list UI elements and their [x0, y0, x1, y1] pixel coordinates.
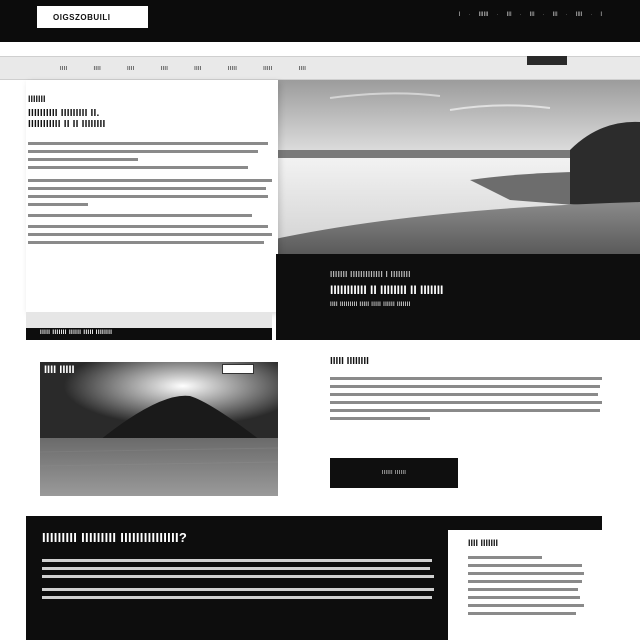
text-line	[330, 385, 600, 388]
text-line	[28, 233, 272, 236]
sidebar-title: IIII IIIIIII	[468, 538, 499, 548]
text-line	[330, 401, 602, 404]
sidebar-link[interactable]	[468, 612, 576, 615]
hero-heading-3: IIIIIIIIIII II II IIIIIIII	[28, 119, 106, 130]
hero-heading-2: IIIIIIIIII IIIIIIIII II.	[28, 108, 100, 119]
sidebar-link[interactable]	[468, 588, 578, 591]
text-line	[330, 377, 602, 380]
subnav-link[interactable]: IIII	[94, 66, 102, 72]
top-nav: I · IIIIII · III · III · III · IIII · I	[459, 12, 602, 18]
sidebar-link[interactable]	[468, 580, 582, 583]
sidebar-list	[468, 556, 602, 615]
text-line	[42, 559, 432, 562]
text-line	[28, 150, 258, 153]
feature-sunrise-image	[40, 362, 278, 496]
text-line	[330, 393, 598, 396]
nav-link[interactable]: I	[600, 12, 602, 18]
nav-separator: ·	[496, 12, 499, 18]
text-line	[28, 187, 266, 190]
bottom-title: IIIIIIIII IIIIIIIII IIIIIIIIIIIIIII?	[42, 530, 188, 545]
text-line	[28, 203, 88, 206]
sidebar-link[interactable]	[468, 556, 542, 559]
text-line	[28, 158, 138, 161]
subnav-link[interactable]: IIIII	[228, 66, 237, 72]
text-line	[42, 596, 432, 599]
text-line	[28, 166, 248, 169]
search-button[interactable]	[527, 56, 567, 65]
text-line	[42, 575, 434, 578]
nav-separator: ·	[542, 12, 545, 18]
feature-cta-button[interactable]: IIIIII IIIIII	[330, 458, 458, 488]
feature-paragraph	[330, 374, 604, 425]
hero-label-text: IIIII IIIIIII IIIIII IIIII IIIIIIII	[40, 330, 113, 336]
nav-link[interactable]: IIII	[576, 12, 583, 18]
site-logo[interactable]: OIGSZOBUILI	[37, 6, 148, 28]
hero-text-panel: IIIIIII IIIIIIIIII IIIIIIIII II. IIIIIII…	[26, 80, 278, 312]
hero-paragraph	[28, 225, 274, 244]
subnav-link[interactable]: IIII	[127, 66, 135, 72]
text-line	[330, 409, 600, 412]
feature-tag: IIII IIIII	[44, 364, 75, 376]
bottom-paragraph	[42, 588, 434, 599]
nav-link[interactable]: III	[507, 12, 512, 18]
headline-subtitle: IIII IIIIIIIII IIIII IIIII IIIIII IIIIII…	[330, 302, 411, 308]
nav-link[interactable]: III	[530, 12, 535, 18]
sidebar-link[interactable]	[468, 604, 584, 607]
nav-link[interactable]: III	[553, 12, 558, 18]
sidebar-link[interactable]	[468, 564, 582, 567]
text-line	[28, 195, 268, 198]
text-line	[28, 241, 264, 244]
sidebar-link[interactable]	[468, 572, 584, 575]
headline-title: IIIIIIIIIII II IIIIIIII II IIIIIII	[330, 283, 444, 297]
subnav-link[interactable]: IIII	[161, 66, 169, 72]
nav-separator: ·	[519, 12, 522, 18]
hero-landscape-image	[270, 80, 640, 254]
hero-paragraph	[28, 142, 274, 169]
hero-headline-box: IIIIIII IIIIIIIIIIIII I IIIIIIII IIIIIII…	[276, 254, 640, 340]
nav-link[interactable]: I	[459, 12, 461, 18]
text-line	[42, 588, 434, 591]
subnav-link[interactable]: IIII	[194, 66, 202, 72]
headline-eyebrow: IIIIIII IIIIIIIIIIIII I IIIIIIII	[330, 270, 411, 279]
hero-heading-1: IIIIIII	[28, 94, 46, 104]
subnav-link[interactable]: IIII	[60, 66, 68, 72]
text-line	[28, 214, 252, 217]
nav-link[interactable]: IIIIII	[479, 12, 489, 18]
text-line	[42, 567, 430, 570]
hero-divider	[26, 312, 272, 328]
text-line	[28, 225, 268, 228]
hero-paragraph	[28, 179, 274, 206]
subnav-link[interactable]: IIIII	[263, 66, 272, 72]
feature-cta-label: IIIIII IIIIII	[381, 470, 407, 476]
bottom-paragraph	[42, 559, 434, 578]
nav-separator: ·	[590, 12, 593, 18]
hero-paragraph	[28, 214, 274, 217]
secondary-nav-items: IIII IIII IIII IIII IIII IIIII IIIII III…	[60, 66, 306, 72]
text-line	[330, 417, 430, 420]
subnav-link[interactable]: IIII	[299, 66, 307, 72]
nav-separator: ·	[565, 12, 568, 18]
feature-title: IIIII IIIIIIII	[330, 356, 369, 367]
nav-separator: ·	[468, 12, 471, 18]
text-line	[28, 179, 272, 182]
hero-label-bar: IIIII IIIIIII IIIIII IIIII IIIIIIII	[26, 328, 272, 340]
bottom-sidebar: IIII IIIIIII	[448, 530, 602, 640]
logo-text: OIGSZOBUILI	[53, 12, 111, 22]
bottom-article-section: IIIIIIIII IIIIIIIII IIIIIIIIIIIIIII?	[26, 516, 448, 640]
feature-image-button[interactable]	[222, 364, 254, 374]
bottom-sidebar-header	[448, 516, 602, 530]
text-line	[28, 142, 268, 145]
sidebar-link[interactable]	[468, 596, 580, 599]
